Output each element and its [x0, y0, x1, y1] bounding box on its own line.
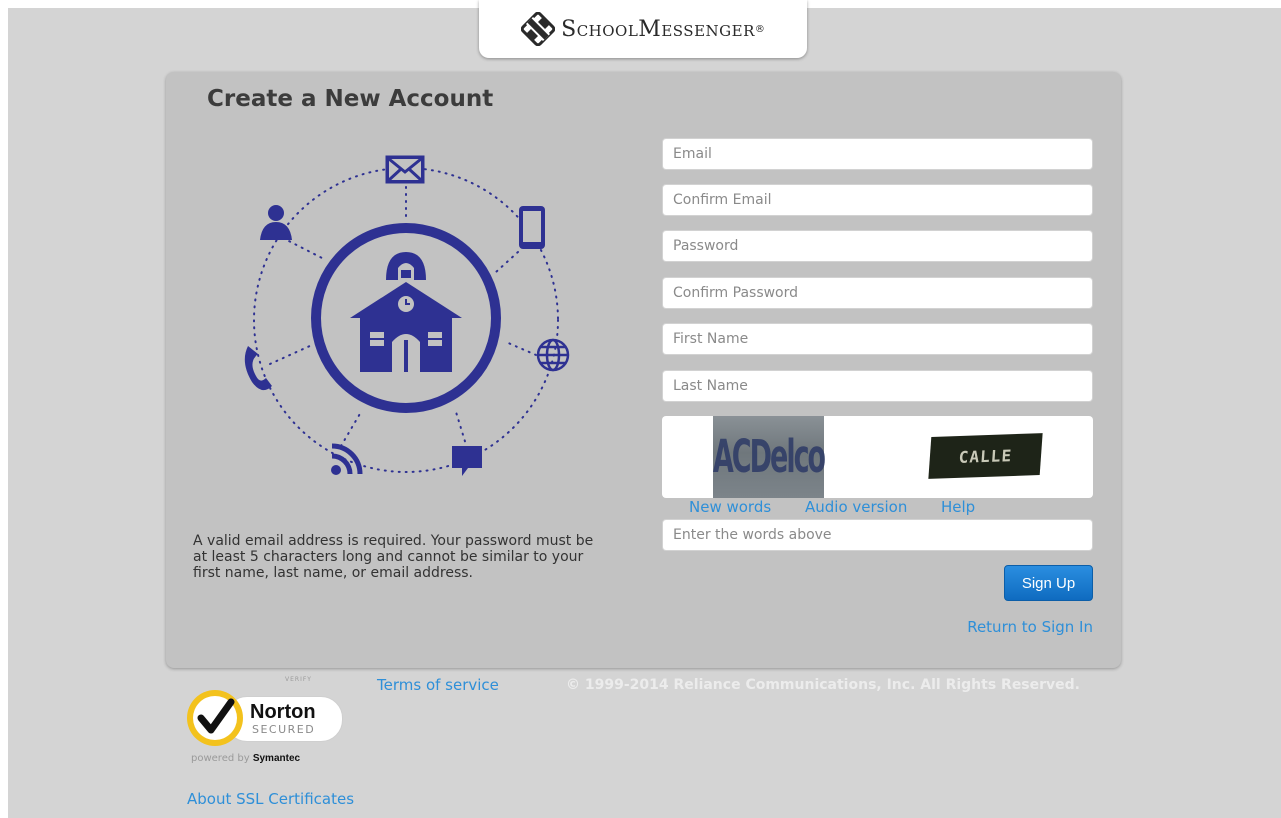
norton-name: Norton [250, 701, 316, 723]
norton-powered-brand: Symantec [252, 753, 301, 764]
smartphone-icon [519, 206, 545, 249]
logo-icon [521, 12, 556, 46]
captcha-audio-link[interactable]: Audio version [805, 498, 907, 516]
communication-illustration [244, 155, 570, 476]
first-name-field[interactable] [662, 323, 1093, 355]
user-icon [260, 205, 292, 240]
sign-up-button[interactable]: Sign Up [1004, 565, 1093, 601]
email-field[interactable] [662, 138, 1093, 170]
confirm-password-field[interactable] [662, 277, 1093, 309]
captcha-word-2-text: CALLE [958, 445, 1013, 467]
envelope-icon [385, 155, 425, 184]
captcha-help-link[interactable]: Help [941, 498, 975, 516]
header-logo: SchoolMessenger ® [479, 0, 807, 58]
logo-registered-mark: ® [754, 23, 765, 35]
norton-ring-inner [193, 696, 237, 740]
password-requirements-text: A valid email address is required. Your … [193, 533, 594, 581]
norton-checkmark-icon [197, 698, 235, 734]
schoolhouse-icon [350, 252, 462, 372]
norton-ring [187, 690, 243, 746]
norton-secured-label: SECURED [252, 723, 316, 736]
norton-powered-prefix: powered by [191, 753, 250, 764]
page-title: Create a New Account [207, 86, 494, 112]
captcha-new-words-link[interactable]: New words [689, 498, 771, 516]
logo-text: SchoolMessenger [561, 16, 755, 42]
confirm-email-field[interactable] [662, 184, 1093, 216]
norton-badge: Norton SECURED [185, 686, 343, 746]
signup-panel: Create a New Account A valid email addre… [166, 72, 1121, 668]
copyright-text: © 1999-2014 Reliance Communications, Inc… [566, 677, 1081, 693]
password-field[interactable] [662, 230, 1093, 262]
captcha-word-2: CALLE [928, 433, 1043, 479]
rss-icon [331, 443, 363, 475]
last-name-field[interactable] [662, 370, 1093, 402]
chat-bubble-icon [452, 446, 482, 476]
norton-verify-label: VERIFY [285, 676, 312, 683]
phone-icon [244, 346, 272, 391]
return-to-sign-in-link[interactable]: Return to Sign In [952, 618, 1093, 636]
terms-of-service-link[interactable]: Terms of service [377, 676, 499, 694]
captcha-image: ACDelco CALLE [662, 416, 1093, 498]
globe-icon [536, 338, 570, 372]
captcha-word-1: ACDelco [712, 416, 826, 498]
about-ssl-certificates-link[interactable]: About SSL Certificates [187, 790, 354, 808]
captcha-word-1-text: ACDelco [712, 430, 826, 484]
norton-powered-by: powered by Symantec [191, 753, 300, 764]
captcha-input[interactable] [662, 519, 1093, 551]
norton-secured-seal[interactable]: VERIFY Norton SECURED powered by Symante… [185, 676, 345, 768]
